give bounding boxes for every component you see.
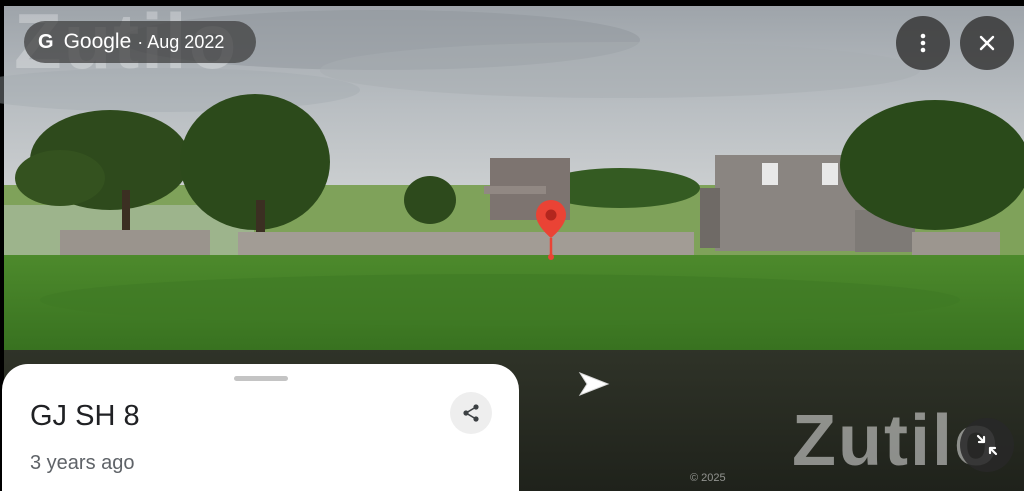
collapse-view-button[interactable] bbox=[960, 418, 1014, 472]
capture-date: Aug 2022 bbox=[147, 31, 225, 52]
drag-handle[interactable] bbox=[234, 376, 288, 381]
imagery-attribution[interactable]: G Google · Aug 2022 bbox=[24, 21, 256, 63]
attribution-brand: Google bbox=[63, 30, 132, 53]
location-pin-icon[interactable] bbox=[534, 198, 568, 262]
place-capture-age: 3 years ago bbox=[30, 452, 135, 474]
share-icon bbox=[463, 404, 479, 422]
attribution-separator: · bbox=[137, 31, 144, 52]
place-title: GJ SH 8 bbox=[30, 400, 140, 432]
share-button[interactable] bbox=[450, 392, 492, 434]
collapse-icon bbox=[976, 434, 998, 456]
place-info-card[interactable]: GJ SH 8 3 years ago bbox=[2, 364, 519, 491]
more-vert-icon bbox=[920, 33, 926, 53]
close-icon bbox=[979, 35, 995, 51]
more-options-button[interactable] bbox=[896, 16, 950, 70]
copyright-text: © 2025 bbox=[690, 472, 726, 484]
google-g-icon: G bbox=[38, 30, 54, 53]
forward-arrow-icon[interactable] bbox=[576, 370, 612, 398]
close-button[interactable] bbox=[960, 16, 1014, 70]
